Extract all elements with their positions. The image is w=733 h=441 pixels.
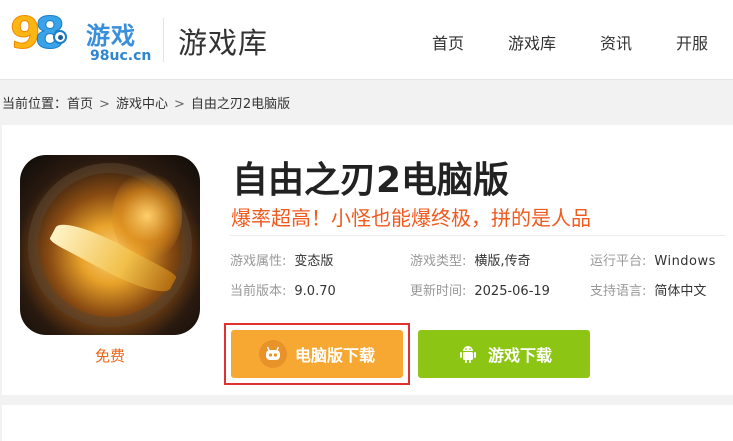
breadcrumb-home[interactable]: 首页	[67, 97, 93, 112]
pc-download-button[interactable]: 电脑版下载	[231, 330, 403, 378]
meta-value: 横版,传奇	[474, 254, 531, 269]
logo-digits: 98	[10, 8, 66, 60]
game-detail-card: 免费 自由之刃2电脑版 爆率超高！小怪也能爆终极，拼的是人品 游戏属性: 变态版 …	[2, 125, 733, 395]
header-divider	[163, 18, 164, 62]
meta-version: 当前版本: 9.0.70	[230, 280, 336, 299]
meta-value: 2025-06-19	[474, 284, 550, 299]
nav-server-open[interactable]: 开服	[676, 30, 708, 54]
meta-value: 9.0.70	[294, 284, 336, 299]
breadcrumb: 当前位置：首页 > 游戏中心 > 自由之刃2电脑版	[2, 93, 290, 112]
site-logo[interactable]: 98 游戏 98uc.cn	[10, 8, 152, 70]
nav-game-library[interactable]: 游戏库	[508, 30, 556, 54]
meta-value: Windows	[654, 254, 716, 269]
meta-divider	[230, 235, 726, 236]
android-icon	[456, 340, 480, 368]
nav-home[interactable]: 首页	[432, 30, 464, 54]
mobile-download-button[interactable]: 游戏下载	[418, 330, 590, 378]
meta-key: 运行平台:	[590, 254, 647, 269]
pc-download-label: 电脑版下载	[294, 346, 375, 365]
gamepad-robot-icon	[258, 340, 287, 368]
game-slogan: 爆率超高！小怪也能爆终极，拼的是人品	[231, 206, 591, 230]
page-title: 游戏库	[178, 26, 269, 60]
meta-key: 游戏属性:	[230, 254, 287, 269]
meta-key: 更新时间:	[410, 284, 467, 299]
logo-url-text: 98uc.cn	[90, 48, 152, 64]
meta-key: 支持语言:	[590, 284, 647, 299]
meta-key: 游戏类型:	[410, 254, 467, 269]
meta-updated: 更新时间: 2025-06-19	[410, 280, 550, 299]
meta-value: 简体中文	[654, 284, 707, 299]
breadcrumb-game-center[interactable]: 游戏中心	[116, 97, 168, 112]
meta-key: 当前版本:	[230, 284, 287, 299]
logo-eye-icon	[53, 30, 67, 44]
meta-value: 变态版	[294, 254, 334, 269]
breadcrumb-separator: >	[99, 97, 110, 112]
meta-genre: 游戏类型: 横版,传奇	[410, 250, 531, 269]
logo-brand-text: 游戏	[86, 22, 136, 50]
meta-platform: 运行平台: Windows	[590, 250, 716, 269]
mobile-download-label: 游戏下载	[487, 346, 552, 365]
game-cover-image	[20, 155, 200, 335]
game-title: 自由之刃2电脑版	[232, 160, 510, 201]
breadcrumb-current: 自由之刃2电脑版	[190, 97, 291, 112]
breadcrumb-separator: >	[173, 97, 185, 112]
next-section-card	[2, 405, 733, 441]
site-header: 98 游戏 98uc.cn 游戏库 首页 游戏库 资讯 开服	[0, 0, 733, 80]
breadcrumb-prefix: 当前位置：	[2, 97, 68, 112]
price-label: 免费	[94, 347, 125, 365]
meta-attribute: 游戏属性: 变态版	[230, 250, 333, 269]
meta-language: 支持语言: 简体中文	[590, 280, 706, 299]
nav-news[interactable]: 资讯	[600, 30, 632, 54]
